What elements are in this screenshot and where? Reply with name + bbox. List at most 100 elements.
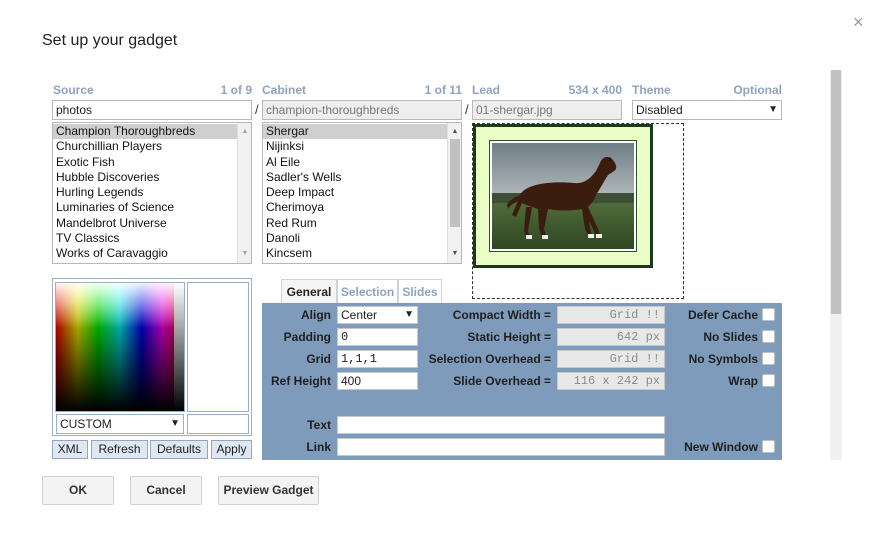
compact-width-label: Compact Width = [452, 308, 551, 322]
padding-label: Padding [283, 330, 331, 344]
list-item[interactable]: Churchillian Players [53, 139, 251, 154]
chevron-down-icon: ▼ [768, 104, 778, 115]
list-item[interactable]: Champion Thoroughbreds [53, 124, 251, 140]
path-separator: / [465, 102, 469, 117]
brightness-bar[interactable] [174, 283, 184, 411]
list-item[interactable]: Danoli [263, 231, 461, 246]
selection-overhead-label: Selection Overhead = [428, 352, 551, 366]
theme-select-value: Disabled [636, 103, 683, 117]
selection-overhead-value: Grid !! [557, 350, 665, 368]
align-label: Align [301, 308, 331, 322]
scroll-down-icon[interactable]: ▼ [238, 248, 251, 260]
thumbnail-frame [489, 140, 637, 252]
defer-cache-checkbox[interactable] [762, 308, 775, 321]
ref-height-label: Ref Height [271, 374, 331, 388]
align-value: Center [341, 308, 378, 322]
tab-slides[interactable]: Slides [398, 279, 442, 303]
cabinet-count: 1 of 11 [424, 83, 462, 97]
source-list[interactable]: Champion Thoroughbreds Churchillian Playe… [52, 122, 252, 264]
theme-optional: Optional [733, 83, 782, 97]
padding-input[interactable]: 0 [337, 328, 418, 346]
text-input[interactable] [337, 416, 665, 434]
list-item[interactable]: Hurling Legends [53, 185, 251, 200]
slide-overhead-value: 116 x 242 px [557, 372, 665, 390]
list-item[interactable]: Cherimoya [263, 200, 461, 215]
color-mode-select[interactable]: CUSTOM ▼ [56, 414, 184, 434]
grid-input[interactable]: 1,1,1 [337, 350, 418, 368]
link-input[interactable] [337, 438, 665, 456]
list-item[interactable]: Exotic Fish [53, 155, 251, 170]
scroll-up-icon[interactable]: ▲ [448, 126, 461, 138]
no-slides-label: No Slides [703, 330, 758, 344]
scrollbar-thumb[interactable] [450, 139, 460, 227]
source-label: Source [53, 83, 94, 97]
list-item[interactable]: TV Classics [53, 231, 251, 246]
scroll-up-icon[interactable]: ▲ [238, 126, 251, 138]
list-item[interactable]: Shergar [263, 124, 461, 140]
list-item[interactable]: Al Eile [263, 155, 461, 170]
cabinet-input[interactable]: champion-thoroughbreds [262, 100, 462, 120]
horse-photo [492, 143, 634, 249]
list-item[interactable]: Red Rum [263, 216, 461, 231]
list-item[interactable]: Deep Impact [263, 185, 461, 200]
grid-label: Grid [306, 352, 331, 366]
refresh-button[interactable]: Refresh [91, 440, 148, 459]
spectrum-overlay [56, 283, 184, 411]
new-window-checkbox[interactable] [762, 440, 775, 453]
path-separator: / [255, 102, 259, 117]
apply-button[interactable]: Apply [211, 440, 252, 459]
color-hex-input[interactable] [187, 414, 249, 434]
list-item[interactable]: Nijinksi [263, 139, 461, 154]
dialog-title: Set up your gadget [42, 32, 178, 49]
theme-label: Theme [632, 83, 671, 97]
tab-selection[interactable]: Selection [337, 279, 398, 303]
list-item[interactable]: Hubble Discoveries [53, 170, 251, 185]
list-item[interactable]: Sadler's Wells [263, 170, 461, 185]
cabinet-label: Cabinet [262, 83, 307, 97]
color-swatch-preview [187, 282, 249, 412]
no-symbols-label: No Symbols [688, 352, 758, 366]
list-item[interactable]: Mandelbrot Universe [53, 216, 251, 231]
color-mode-value: CUSTOM [60, 417, 112, 431]
ref-height-input[interactable]: 400 [337, 372, 418, 390]
new-window-label: New Window [684, 440, 758, 454]
list-item[interactable]: Works of Caravaggio [53, 246, 251, 261]
defaults-button[interactable]: Defaults [150, 440, 208, 459]
text-label: Text [307, 418, 331, 432]
preview-gadget-button[interactable]: Preview Gadget [218, 476, 319, 505]
compact-width-value: Grid !! [557, 306, 665, 324]
tab-general[interactable]: General [281, 279, 337, 303]
list-item[interactable]: Kincsem [263, 246, 461, 261]
wrap-label: Wrap [728, 374, 758, 388]
ok-button[interactable]: OK [42, 476, 114, 505]
static-height-value: 642 px [557, 328, 665, 346]
scrollbar-thumb[interactable] [831, 70, 841, 314]
dialog-scrollbar[interactable] [830, 70, 842, 460]
cabinet-list-scrollbar[interactable]: ▲ ▼ [447, 123, 461, 263]
wrap-checkbox[interactable] [762, 374, 775, 387]
static-height-label: Static Height = [467, 330, 551, 344]
lead-dimensions: 534 x 400 [568, 83, 622, 97]
list-item[interactable]: Luminaries of Science [53, 200, 251, 215]
chevron-down-icon: ▼ [404, 309, 414, 320]
align-select[interactable]: Center ▼ [337, 306, 418, 324]
lead-label: Lead [472, 83, 501, 97]
scroll-down-icon[interactable]: ▼ [448, 248, 461, 260]
theme-select[interactable]: Disabled ▼ [632, 100, 782, 120]
lead-thumbnail[interactable] [473, 124, 653, 268]
lead-input[interactable]: 01-shergar.jpg [472, 100, 622, 120]
xml-button[interactable]: XML [52, 440, 88, 459]
cancel-button[interactable]: Cancel [130, 476, 202, 505]
defer-cache-label: Defer Cache [687, 308, 758, 322]
link-label: Link [306, 440, 331, 454]
chevron-down-icon: ▼ [170, 418, 180, 429]
source-list-scrollbar[interactable]: ▲ ▼ [237, 123, 251, 263]
close-icon[interactable]: × [853, 12, 864, 32]
slide-overhead-label: Slide Overhead = [453, 374, 551, 388]
color-spectrum[interactable] [55, 282, 185, 412]
no-symbols-checkbox[interactable] [762, 352, 775, 365]
no-slides-checkbox[interactable] [762, 330, 775, 343]
source-input[interactable]: photos [52, 100, 252, 120]
source-count: 1 of 9 [220, 83, 252, 97]
cabinet-list[interactable]: Shergar Nijinksi Al Eile Sadler's Wells Deep… [262, 122, 462, 264]
